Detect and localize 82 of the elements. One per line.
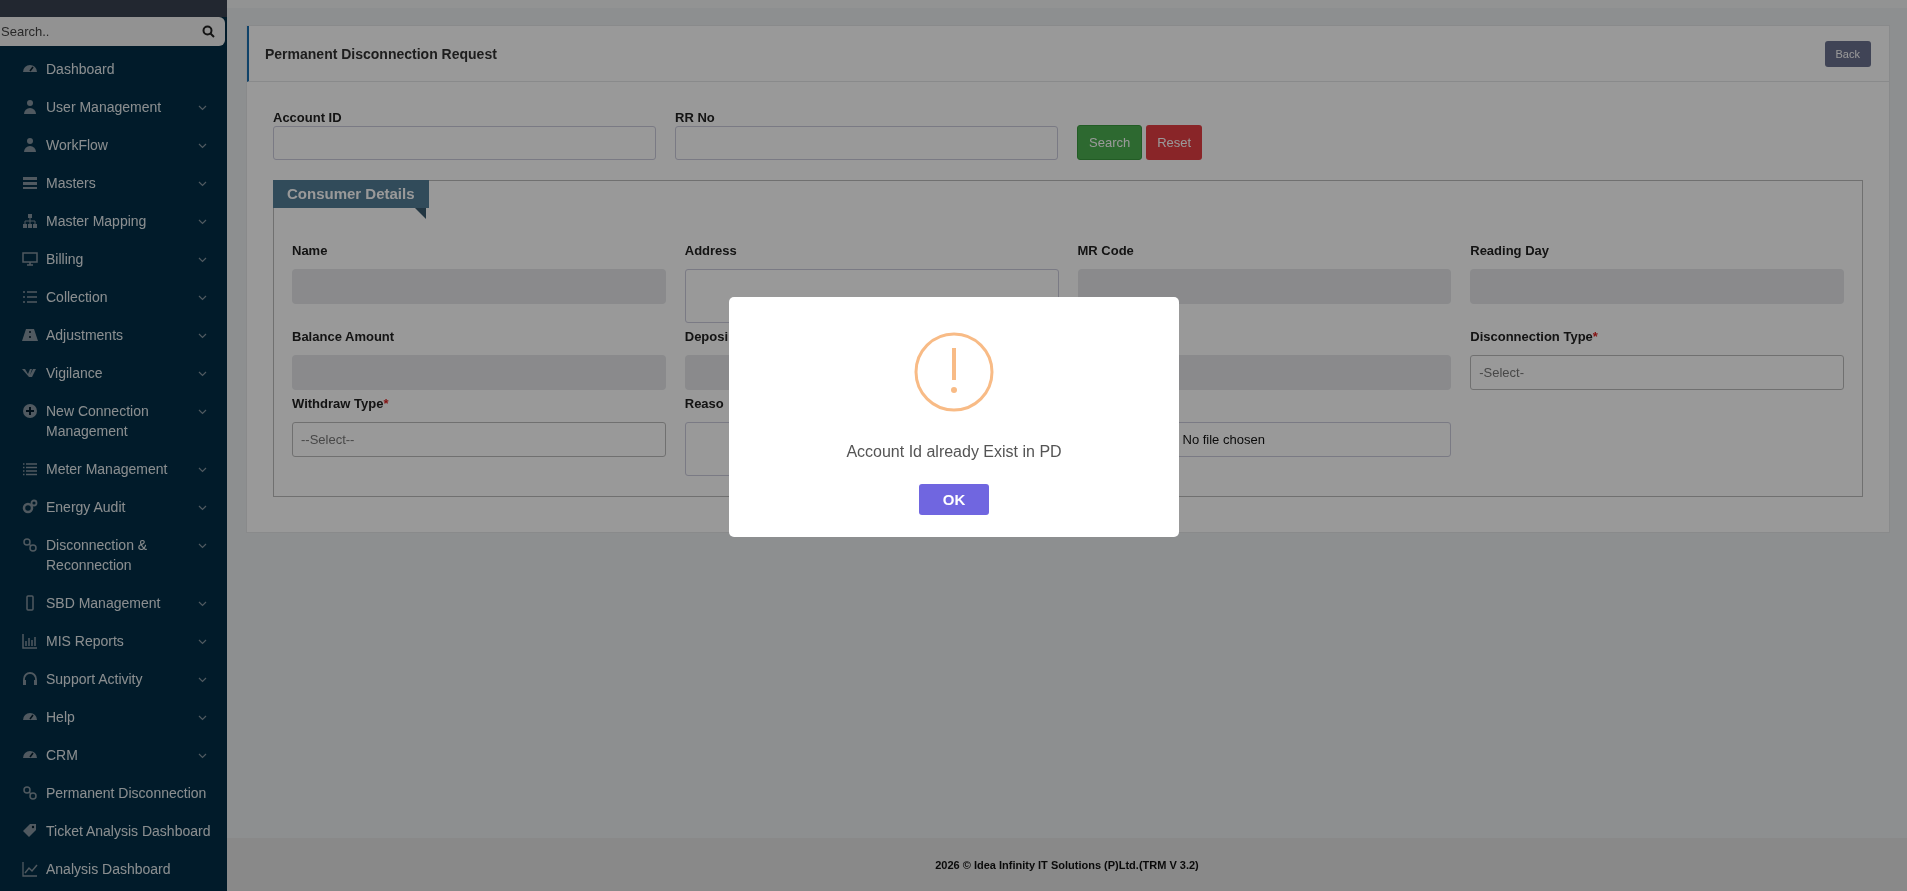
- list-icon: [22, 289, 38, 305]
- field-label: Balance Amount: [292, 329, 395, 344]
- ribbon-fold: [415, 208, 426, 219]
- section-title: Consumer Details: [273, 180, 429, 208]
- required-mark: *: [383, 396, 389, 411]
- chevron-icon: [198, 409, 207, 415]
- sidebar-item[interactable]: Collection: [46, 287, 174, 307]
- chevron-icon: [198, 505, 207, 511]
- alert-message: Account Id already Exist in PD: [846, 443, 1062, 461]
- chevron-icon: [198, 601, 207, 607]
- sidebar-item[interactable]: Adjustments: [46, 325, 174, 345]
- sidebar-item[interactable]: Support Activity: [46, 669, 174, 689]
- sidebar-item[interactable]: Master Mapping: [46, 211, 174, 231]
- plus-circle-icon: [22, 403, 38, 419]
- sidebar-item[interactable]: Analysis Dashboard: [46, 859, 174, 879]
- person-icon: [22, 137, 38, 153]
- chevron-icon: [198, 639, 207, 645]
- line-chart-icon: [22, 861, 38, 877]
- sidebar-item[interactable]: WorkFlow: [46, 135, 174, 155]
- chevron-icon: [198, 371, 207, 377]
- footer-text: 2026 © Idea Infinity IT Solutions (P)Ltd.(TRM V 3.2): [935, 858, 1199, 871]
- chevron-icon: [198, 295, 207, 301]
- sidebar-item[interactable]: Masters: [46, 173, 174, 193]
- sidebar-item[interactable]: Billing: [46, 249, 174, 269]
- link-icon: [22, 537, 38, 553]
- sidebar-item[interactable]: Dashboard: [46, 59, 174, 79]
- sidebar-item[interactable]: Meter Management: [46, 459, 174, 479]
- sitemap-icon: [22, 213, 38, 229]
- chevron-icon: [198, 219, 207, 225]
- list-icon: [22, 461, 38, 477]
- input-field[interactable]: [675, 126, 1058, 160]
- sidebar-item[interactable]: Help: [46, 707, 174, 727]
- chevron-icon: [198, 333, 207, 339]
- field-label: Deposi: [684, 329, 729, 344]
- field-label: MR Code: [1077, 243, 1134, 258]
- sidebar-item[interactable]: Permanent Disconnection: [46, 783, 207, 803]
- warning-icon: [914, 332, 994, 412]
- sidebar-item[interactable]: New Connection Management: [46, 401, 174, 441]
- field-label: Name: [292, 243, 328, 258]
- action-button[interactable]: Reset: [1146, 125, 1203, 160]
- field-label: RR No: [675, 110, 715, 125]
- page-title: Permanent Disconnection Request: [265, 45, 497, 62]
- chevron-icon: [198, 181, 207, 187]
- chevron-icon: [198, 467, 207, 473]
- gears-icon: [22, 499, 38, 515]
- field-label: Withdraw Type: [292, 396, 384, 411]
- required-mark: *: [1592, 329, 1598, 344]
- select-field[interactable]: --Select--: [292, 422, 666, 457]
- sidebar-item[interactable]: Vigilance: [46, 363, 174, 383]
- field-label: Reaso: [684, 396, 724, 411]
- server-icon: [22, 175, 38, 191]
- chevron-icon: [198, 143, 207, 149]
- back-button[interactable]: Back: [1824, 40, 1871, 67]
- tag-icon: [22, 823, 38, 839]
- input-field[interactable]: [273, 126, 656, 160]
- chevron-icon: [198, 753, 207, 759]
- sidebar-item[interactable]: Disconnection & Reconnection: [46, 535, 174, 575]
- ok-button[interactable]: OK: [919, 484, 989, 515]
- headset-icon: [22, 671, 38, 687]
- link-icon: [22, 785, 38, 801]
- search-field[interactable]: Search..: [0, 17, 225, 46]
- chevron-icon: [198, 677, 207, 683]
- search-icon: [202, 25, 215, 38]
- chevron-icon: [198, 105, 207, 111]
- sidebar-item[interactable]: User Management: [46, 97, 174, 117]
- chevron-icon: [198, 543, 207, 549]
- sidebar-item[interactable]: Ticket Analysis Dashboard: [46, 821, 211, 841]
- field-label: Address: [684, 243, 737, 258]
- road-icon: [22, 327, 38, 343]
- field-label: Reading Day: [1470, 243, 1549, 258]
- select-field[interactable]: -Select-: [1470, 355, 1844, 390]
- person-icon: [22, 99, 38, 115]
- chevron-icon: [198, 715, 207, 721]
- sidebar-item[interactable]: SBD Management: [46, 593, 174, 613]
- sidebar-item[interactable]: CRM: [46, 745, 174, 765]
- sidebar-item[interactable]: Energy Audit: [46, 497, 174, 517]
- field-label: Account ID: [273, 110, 342, 125]
- monitor-icon: [22, 251, 38, 267]
- sidebar-item[interactable]: MIS Reports: [46, 631, 174, 651]
- chevron-icon: [198, 257, 207, 263]
- field-label: Disconnection Type: [1470, 329, 1593, 344]
- bar-chart-icon: [22, 633, 38, 649]
